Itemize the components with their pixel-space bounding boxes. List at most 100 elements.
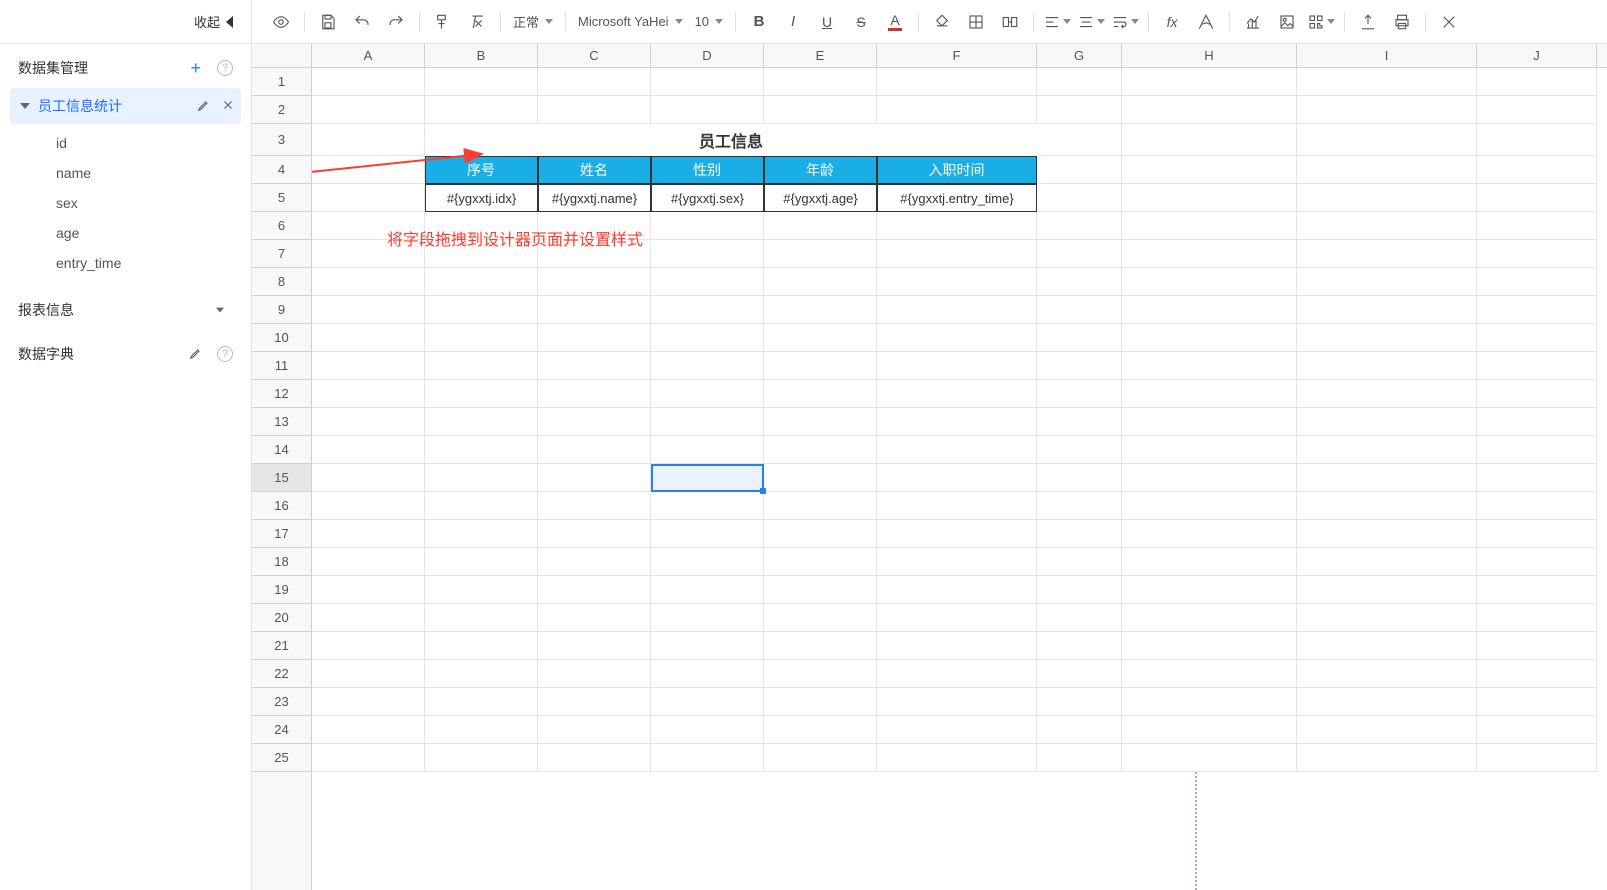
cell[interactable] (538, 492, 651, 520)
cell[interactable] (425, 436, 538, 464)
delete-dataset-icon[interactable] (221, 98, 235, 115)
table-data-cell[interactable]: #{ygxxtj.idx} (425, 184, 538, 212)
cell[interactable] (1122, 380, 1297, 408)
cell[interactable] (1297, 240, 1477, 268)
cell[interactable] (1037, 548, 1122, 576)
cell[interactable] (877, 96, 1037, 124)
table-title[interactable]: 员工信息 (425, 124, 1037, 156)
col-header-I[interactable]: I (1297, 44, 1477, 67)
cell[interactable] (312, 632, 425, 660)
cell[interactable] (1477, 520, 1597, 548)
cell[interactable] (538, 464, 651, 492)
sheet-corner[interactable] (252, 44, 312, 68)
cell[interactable] (1477, 96, 1597, 124)
cell[interactable] (425, 492, 538, 520)
row-header[interactable]: 24 (252, 716, 311, 744)
dict-help-icon[interactable]: ? (217, 346, 233, 362)
row-header[interactable]: 8 (252, 268, 311, 296)
cell[interactable] (538, 520, 651, 548)
cell[interactable] (764, 632, 877, 660)
strike-button[interactable]: S (846, 7, 876, 37)
cell[interactable] (877, 68, 1037, 96)
fill-color-button[interactable] (927, 7, 957, 37)
cell[interactable] (312, 324, 425, 352)
field-item[interactable]: age (56, 218, 241, 248)
cell[interactable] (538, 576, 651, 604)
cell[interactable] (877, 548, 1037, 576)
cell[interactable] (877, 576, 1037, 604)
table-header-cell[interactable]: 性别 (651, 156, 764, 184)
cell[interactable] (1122, 520, 1297, 548)
cell[interactable] (1037, 632, 1122, 660)
collapse-sidebar-button[interactable]: 收起 (194, 12, 233, 31)
row-header[interactable]: 12 (252, 380, 311, 408)
print-button[interactable] (1387, 7, 1417, 37)
cell[interactable] (538, 352, 651, 380)
cell[interactable] (764, 408, 877, 436)
cell[interactable] (1477, 184, 1597, 212)
col-header-F[interactable]: F (877, 44, 1037, 67)
cell[interactable] (425, 296, 538, 324)
cell[interactable] (651, 324, 764, 352)
bold-button[interactable]: B (744, 7, 774, 37)
cell[interactable] (1037, 408, 1122, 436)
cell[interactable] (651, 604, 764, 632)
cell[interactable] (764, 268, 877, 296)
cell[interactable] (1297, 324, 1477, 352)
cell[interactable] (764, 688, 877, 716)
align-v-button[interactable] (1076, 7, 1106, 37)
cell[interactable] (651, 408, 764, 436)
cell[interactable] (538, 716, 651, 744)
cell[interactable] (651, 716, 764, 744)
cell[interactable] (1037, 124, 1122, 156)
cell[interactable] (538, 268, 651, 296)
field-item[interactable]: entry_time (56, 248, 241, 278)
fontsize-dropdown[interactable]: 10 (691, 7, 727, 37)
cell[interactable] (877, 324, 1037, 352)
row-header[interactable]: 21 (252, 632, 311, 660)
dataset-help-icon[interactable]: ? (217, 60, 233, 76)
cell[interactable] (764, 548, 877, 576)
cell[interactable] (764, 464, 877, 492)
cell[interactable] (312, 156, 425, 184)
cell[interactable] (538, 660, 651, 688)
col-header-D[interactable]: D (651, 44, 764, 67)
cell[interactable] (1477, 352, 1597, 380)
cell[interactable] (877, 660, 1037, 688)
cell[interactable] (538, 688, 651, 716)
cell[interactable] (1297, 604, 1477, 632)
cell[interactable] (1122, 632, 1297, 660)
row-header[interactable]: 6 (252, 212, 311, 240)
field-item[interactable]: id (56, 128, 241, 158)
cell[interactable] (877, 492, 1037, 520)
cell[interactable] (1122, 744, 1297, 772)
format-painter-button[interactable] (428, 7, 458, 37)
cell[interactable] (877, 212, 1037, 240)
cell[interactable] (312, 492, 425, 520)
cell[interactable] (651, 68, 764, 96)
cell[interactable] (1122, 352, 1297, 380)
cell[interactable] (538, 604, 651, 632)
cell[interactable] (1122, 436, 1297, 464)
row-header[interactable]: 20 (252, 604, 311, 632)
font-color-button[interactable]: A (880, 7, 910, 37)
cell[interactable] (1122, 604, 1297, 632)
cell[interactable] (1477, 240, 1597, 268)
cell[interactable] (1477, 268, 1597, 296)
italic-button[interactable]: I (778, 7, 808, 37)
table-data-cell[interactable]: #{ygxxtj.age} (764, 184, 877, 212)
cell[interactable] (312, 408, 425, 436)
cell[interactable] (425, 604, 538, 632)
cell[interactable] (1477, 464, 1597, 492)
add-dataset-button[interactable]: + (190, 59, 201, 77)
edit-dict-icon[interactable] (189, 346, 203, 363)
cell[interactable] (764, 604, 877, 632)
cell[interactable] (1297, 352, 1477, 380)
row-header[interactable]: 19 (252, 576, 311, 604)
col-header-J[interactable]: J (1477, 44, 1597, 67)
cell[interactable] (877, 688, 1037, 716)
cell[interactable] (1122, 660, 1297, 688)
col-header-A[interactable]: A (312, 44, 425, 67)
row-header[interactable]: 14 (252, 436, 311, 464)
cell[interactable] (1297, 548, 1477, 576)
